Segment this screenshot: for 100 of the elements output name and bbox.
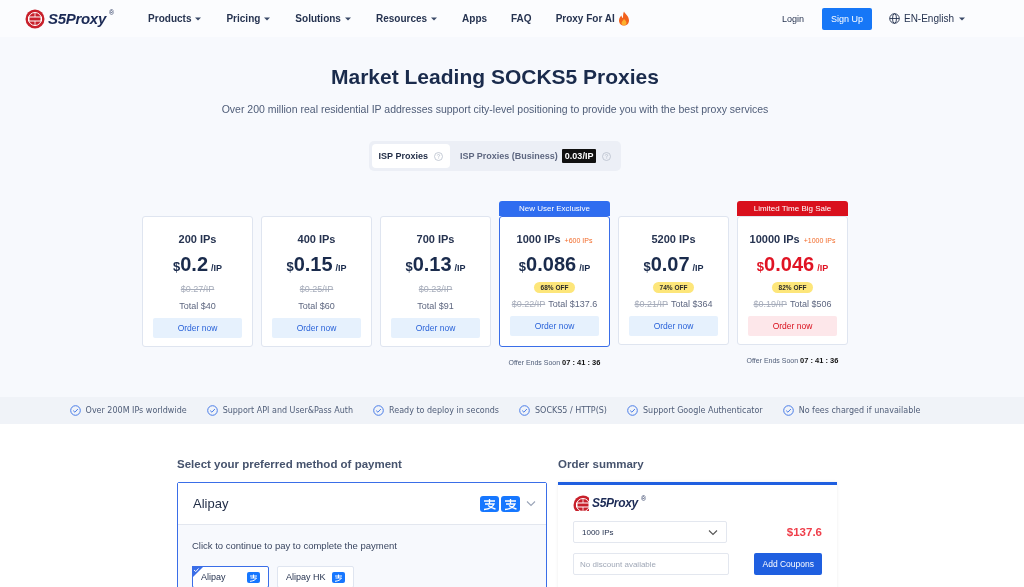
nav-link[interactable]: FAQ (499, 11, 544, 26)
feature-text: SOCKS5 / HTTP(S) (535, 406, 607, 415)
plan-ribbon: Limited Time Big Sale (737, 201, 848, 216)
currency-symbol: $ (518, 259, 527, 274)
plan-size: 700 IPs (416, 233, 455, 245)
check-icon (782, 405, 794, 416)
add-coupons-button[interactable]: Add Coupons (754, 553, 822, 575)
feature-text: No fees charged if unavailable (798, 406, 921, 415)
payment-method-name: Alipay (193, 496, 230, 511)
price-unit: /IP (454, 263, 466, 273)
caret-icon (958, 15, 966, 22)
plan-size: 200 IPs (178, 233, 217, 245)
plan-size: 1000 IPs (516, 233, 561, 245)
currency-symbol: $ (405, 259, 413, 274)
feature-text: Support API and User&Pass Auth (222, 406, 354, 415)
plan-ribbon: New User Exclusive (499, 201, 610, 216)
payment-logo-icon (501, 495, 520, 512)
plan-size: 400 IPs (297, 233, 336, 245)
language-selector[interactable]: EN-English (888, 13, 966, 24)
globe-icon (888, 13, 900, 24)
help-icon (602, 151, 612, 161)
check-icon (206, 405, 218, 416)
order-button[interactable]: Order now (391, 318, 480, 338)
payment-logo-icon (332, 571, 345, 583)
logo-icon (573, 495, 589, 511)
order-button[interactable]: Order now (629, 316, 718, 336)
proxy-type-tab[interactable]: ISP Proxies (Business) 0.03/IP (453, 144, 619, 168)
login-link[interactable]: Login (781, 13, 804, 24)
original-price: $0.19/IP (753, 299, 787, 309)
plan-total: Total $40 (179, 301, 216, 311)
order-button[interactable]: Order now (153, 318, 242, 338)
plan-total: Total $91 (417, 301, 454, 311)
original-price: $0.25/IP (299, 284, 334, 294)
nav-link[interactable]: Pricing (214, 11, 284, 26)
original-price: $0.21/IP (634, 299, 668, 309)
plan-total: Total $60 (298, 301, 335, 311)
price-unit: /IP (211, 263, 223, 273)
package-select[interactable]: 1000 IPs (573, 521, 727, 543)
feature-text: Ready to deploy in seconds (389, 406, 500, 415)
plan-price: 0.15 (293, 253, 333, 276)
feature-text: Support Google Authenticator (643, 406, 763, 415)
caret-icon (343, 15, 352, 22)
proxy-type-tab[interactable]: ISP Proxies (371, 144, 450, 168)
price-unit: /IP (692, 263, 704, 273)
brand-name: S5Proxy (592, 496, 638, 510)
price-unit: /IP (817, 263, 829, 273)
chevron-down-icon (708, 528, 718, 536)
feature-text: Over 200M IPs worldwide (85, 406, 187, 415)
currency-symbol: $ (643, 259, 651, 274)
order-button[interactable]: Order now (272, 318, 361, 338)
price-unit: /IP (335, 263, 347, 273)
original-price: $0.27/IP (180, 284, 215, 294)
currency-symbol: $ (756, 259, 765, 274)
check-icon (627, 405, 638, 416)
fire-icon (617, 11, 630, 26)
chevron-down-icon (526, 500, 536, 507)
payment-logo-icon (480, 495, 499, 512)
check-icon (373, 405, 385, 416)
brand-name: S5Proxy (48, 10, 106, 27)
order-button[interactable]: Order now (748, 316, 837, 336)
plan-total: Total $137.6 (548, 299, 598, 309)
payment-note: Click to continue to pay to complete the payment (192, 540, 398, 551)
logo-icon (25, 8, 45, 29)
page-subtitle: Over 200 million real residential IP addresses support city-level positioning to provide you with the best proxy services (221, 103, 769, 115)
plan-price: 0.07 (650, 253, 690, 276)
nav-link[interactable]: Resources (363, 11, 451, 26)
sign-up-button[interactable]: Sign Up (821, 7, 872, 30)
plan-size: 5200 IPs (651, 233, 696, 245)
help-icon (434, 151, 443, 161)
price-unit: /IP (579, 263, 591, 273)
currency-symbol: $ (286, 259, 294, 274)
nav-link[interactable]: Proxy For AI (543, 11, 642, 26)
payment-logo-icon (247, 571, 260, 583)
check-icon (69, 405, 81, 416)
nav-link[interactable]: Products (136, 11, 215, 26)
original-price: $0.22/IP (511, 299, 546, 309)
caret-icon (263, 15, 272, 22)
section-heading: Order summary (558, 458, 645, 470)
price-badge: 0.03/IP (561, 149, 597, 163)
nav-link[interactable]: Apps (450, 11, 500, 26)
caret-icon (430, 15, 439, 22)
order-amount: $137.6 (786, 526, 822, 538)
plan-price: 0.046 (764, 253, 815, 276)
nav-link[interactable]: Solutions (283, 11, 364, 26)
coupon-field[interactable]: No discount available (573, 553, 729, 575)
caret-icon (194, 15, 203, 22)
original-price: $0.23/IP (418, 284, 453, 294)
plan-price: 0.086 (526, 253, 577, 276)
page-title: Market Leading SOCKS5 Proxies (331, 65, 659, 89)
section-heading: Select your preferred method of payment (177, 458, 403, 470)
plan-price: 0.13 (412, 253, 452, 276)
order-button[interactable]: Order now (510, 316, 599, 336)
plan-price: 0.2 (180, 253, 208, 276)
plan-total: Total $364 (671, 299, 713, 309)
payment-option[interactable]: Alipay (192, 566, 269, 587)
plan-size: 10000 IPs (749, 233, 800, 245)
currency-symbol: $ (172, 259, 181, 274)
payment-option[interactable]: Alipay HK (277, 566, 354, 587)
plan-total: Total $506 (790, 299, 832, 309)
check-icon (519, 405, 531, 416)
